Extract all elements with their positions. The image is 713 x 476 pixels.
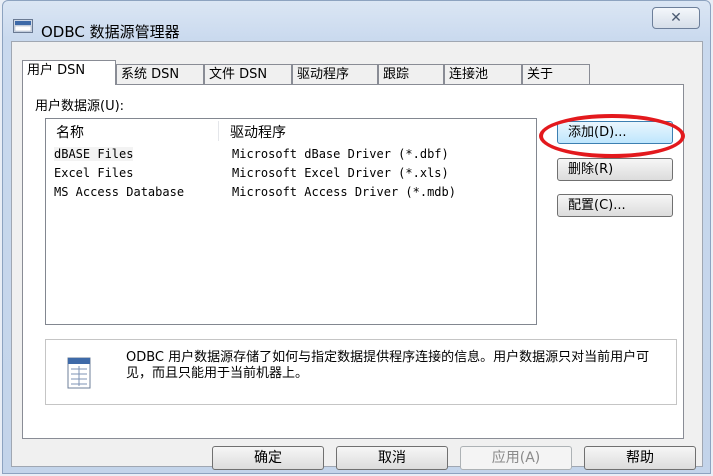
column-header-driver[interactable]: 驱动程序	[230, 122, 286, 142]
remove-button[interactable]: 删除(R)	[557, 158, 673, 181]
tab-tracing[interactable]: 跟踪	[378, 64, 444, 84]
column-divider[interactable]	[218, 121, 219, 141]
add-button[interactable]: 添加(D)...	[557, 121, 673, 144]
tab-connection-pooling[interactable]: 连接池	[444, 64, 522, 84]
cancel-button[interactable]: 取消	[336, 446, 448, 470]
data-source-info-icon	[67, 357, 91, 389]
title-bar[interactable]: ODBC 数据源管理器 ✕	[3, 1, 710, 41]
tab-drivers[interactable]: 驱动程序	[292, 64, 378, 84]
ok-button[interactable]: 确定	[212, 446, 324, 470]
data-source-list[interactable]: 名称 驱动程序 dBASE Files Microsoft dBase Driv…	[45, 118, 537, 325]
odbc-window: ODBC 数据源管理器 ✕ 用户 DSN 系统 DSN 文件 DSN 驱动程序 …	[2, 0, 711, 474]
info-text: ODBC 用户数据源存储了如何与指定数据提供程序连接的信息。用户数据源只对当前用…	[126, 350, 650, 381]
tab-system-dsn[interactable]: 系统 DSN	[116, 64, 204, 84]
user-data-sources-label: 用户数据源(U):	[35, 99, 125, 114]
tab-file-dsn[interactable]: 文件 DSN	[204, 64, 292, 84]
window-title: ODBC 数据源管理器	[41, 23, 180, 41]
configure-button[interactable]: 配置(C)...	[557, 194, 673, 217]
column-header-name[interactable]: 名称	[56, 122, 84, 142]
tab-about[interactable]: 关于	[522, 64, 590, 84]
dsn-name: MS Access Database	[54, 185, 185, 199]
close-icon: ✕	[670, 10, 682, 26]
info-box: ODBC 用户数据源存储了如何与指定数据提供程序连接的信息。用户数据源只对当前用…	[45, 339, 677, 405]
dsn-driver: Microsoft dBase Driver (*.dbf)	[232, 147, 449, 161]
tab-user-dsn[interactable]: 用户 DSN	[22, 60, 116, 85]
apply-button[interactable]: 应用(A)	[460, 446, 572, 470]
dsn-driver: Microsoft Excel Driver (*.xls)	[232, 166, 449, 180]
dialog-client-area: 用户 DSN 系统 DSN 文件 DSN 驱动程序 跟踪 连接池 关于 用户数据…	[11, 41, 703, 470]
dsn-name: dBASE Files	[54, 147, 134, 161]
list-header: 名称 驱动程序	[46, 119, 536, 143]
user-dsn-panel: 用户数据源(U): 名称 驱动程序 dBASE Files Microsoft …	[22, 84, 684, 439]
dsn-name: Excel Files	[54, 166, 134, 180]
close-button[interactable]: ✕	[652, 7, 700, 29]
odbc-app-icon	[13, 19, 33, 33]
dsn-driver: Microsoft Access Driver (*.mdb)	[232, 185, 456, 199]
help-button[interactable]: 帮助	[584, 446, 696, 470]
